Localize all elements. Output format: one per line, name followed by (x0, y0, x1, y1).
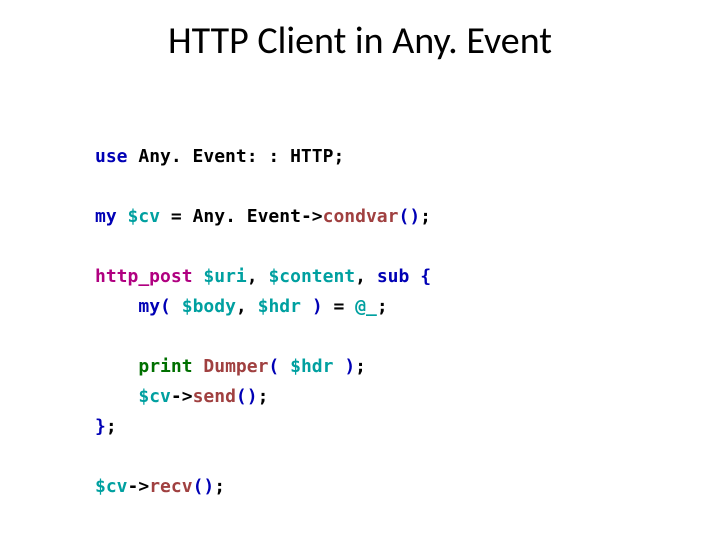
keyword-sub: sub (377, 266, 410, 287)
func-http-post: http_post (95, 266, 193, 287)
method-recv: recv (149, 476, 192, 497)
code-line-5: http_post $uri, $content, sub { (95, 266, 431, 287)
var-at-underscore: @_ (355, 296, 377, 317)
method-send: send (193, 386, 236, 407)
var-cv: $cv (128, 206, 161, 227)
keyword-use: use (95, 146, 128, 167)
code-line-8: print Dumper( $hdr ); (95, 356, 366, 377)
code-line-10: }; (95, 416, 117, 437)
keyword-print: print (138, 356, 192, 377)
method-condvar: condvar (323, 206, 399, 227)
code-line-6: my( $body, $hdr ) = @_; (95, 296, 388, 317)
keyword-my: my (95, 206, 117, 227)
slide-title: HTTP Client in Any. Event (0, 0, 720, 64)
code-line-12: $cv->recv(); (95, 476, 225, 497)
code-line-9: $cv->send(); (95, 386, 268, 407)
var-cv: $cv (138, 386, 171, 407)
var-uri: $uri (203, 266, 246, 287)
keyword-my: my (138, 296, 160, 317)
class-anyevent: Any. Event (193, 206, 301, 227)
code-block: use Any. Event: : HTTP; my $cv = Any. Ev… (95, 112, 431, 502)
var-body: $body (182, 296, 236, 317)
ident-dumper: Dumper (203, 356, 268, 377)
code-line-3: my $cv = Any. Event->condvar(); (95, 206, 431, 227)
var-hdr: $hdr (290, 356, 333, 377)
module-name: Any. Event: : HTTP (138, 146, 333, 167)
var-cv: $cv (95, 476, 128, 497)
var-hdr: $hdr (258, 296, 301, 317)
var-content: $content (268, 266, 355, 287)
code-line-1: use Any. Event: : HTTP; (95, 146, 344, 167)
